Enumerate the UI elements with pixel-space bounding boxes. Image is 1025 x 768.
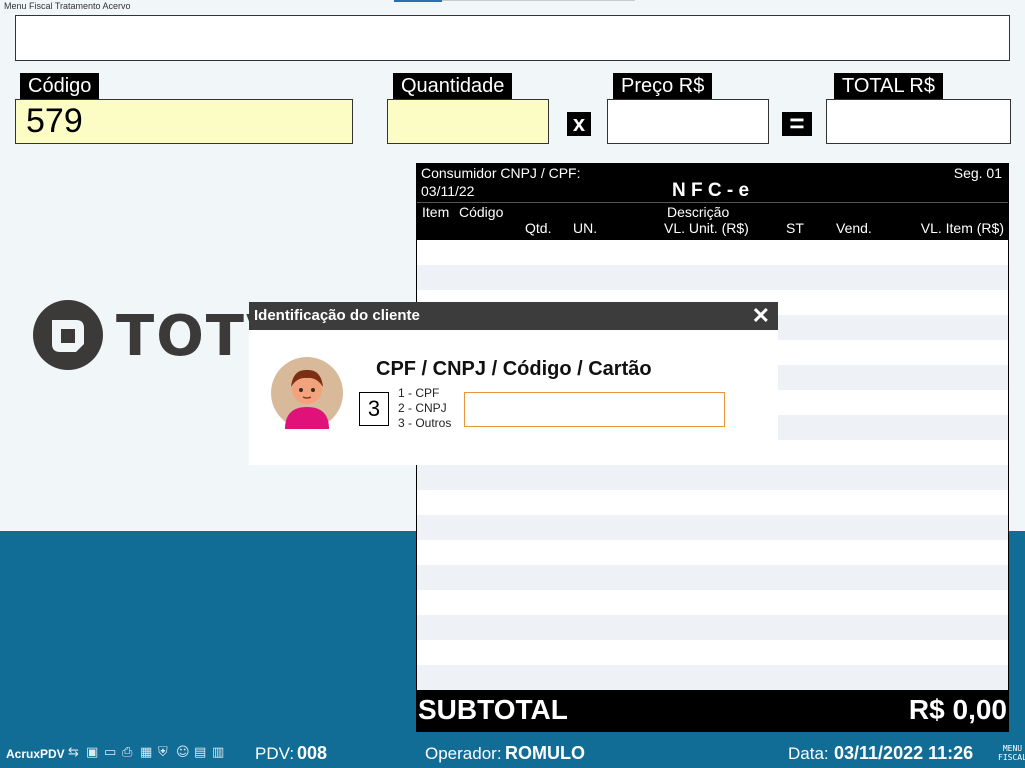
table-row	[417, 640, 1008, 665]
table-row	[417, 265, 1008, 290]
avatar	[271, 357, 343, 429]
table-row	[417, 465, 1008, 490]
top-accent-bar	[394, 0, 442, 2]
total-label: TOTAL R$	[834, 73, 943, 99]
client-identification-dialog: Identificação do cliente ✕ CPF / CNPJ / …	[249, 302, 778, 465]
col-descricao: Descrição	[667, 204, 730, 220]
col-vl-item: VL. Item (R$)	[920, 220, 1004, 236]
consumidor-label: Consumidor CNPJ / CPF:	[421, 165, 581, 181]
table-row	[417, 490, 1008, 515]
totvs-logo-icon	[33, 300, 103, 370]
table-row	[417, 565, 1008, 590]
totvs-logo: TOTVS	[32, 298, 272, 372]
top-accent-line	[442, 0, 635, 1]
document-input[interactable]	[464, 392, 725, 427]
codigo-input[interactable]: 579	[15, 99, 353, 144]
top-menu-text: Menu Fiscal Tratamento Acervo	[4, 1, 131, 11]
usb-icon[interactable]: ⇆	[68, 745, 79, 760]
col-st: ST	[786, 220, 804, 236]
subtotal-label: SUBTOTAL	[418, 694, 568, 725]
times-icon: x	[567, 112, 591, 136]
table-row	[417, 540, 1008, 565]
subtotal-value: R$ 0,00	[908, 694, 1007, 725]
equals-icon: =	[782, 110, 812, 136]
option-list: 1 - CPF 2 - CNPJ 3 - Outros	[398, 386, 451, 431]
monitor-icon[interactable]: ▭	[104, 745, 116, 760]
app-name: AcruxPDV	[6, 747, 65, 761]
menu-fiscal-line-1: MENU	[1002, 744, 1023, 753]
col-codigo: Código	[459, 204, 504, 220]
keyboard-icon[interactable]: ▦	[140, 745, 152, 760]
menu-fiscal-button[interactable]: MENU FISCAL	[998, 744, 1025, 762]
product-description-field[interactable]	[15, 15, 1010, 61]
data-value: 03/11/2022 11:26	[834, 743, 974, 763]
grid-icon[interactable]: ▥	[212, 745, 224, 760]
col-un: UN.	[573, 220, 598, 236]
close-icon[interactable]: ✕	[752, 304, 770, 328]
table-row	[417, 515, 1008, 540]
col-qtd: Qtd.	[525, 220, 552, 236]
preco-input[interactable]	[607, 99, 769, 144]
operador-label: Operador:	[425, 744, 502, 763]
database-icon[interactable]: ▤	[194, 745, 206, 760]
nfce-header: Consumidor CNPJ / CPF: Seg. 01 03/11/22 …	[417, 163, 1008, 240]
table-row	[417, 240, 1008, 265]
option-outros: 3 - Outros	[398, 416, 452, 430]
col-item: Item	[422, 204, 450, 220]
col-vend: Vend.	[836, 220, 872, 236]
quantidade-label: Quantidade	[393, 73, 513, 99]
codigo-label: Código	[20, 73, 100, 99]
option-cnpj: 2 - CNPJ	[398, 401, 447, 415]
preco-label: Preço R$	[613, 73, 713, 99]
option-selector[interactable]: 3	[359, 392, 389, 426]
seg-label: Seg. 01	[953, 165, 1002, 181]
dialog-title-bar: Identificação do cliente ✕	[249, 302, 778, 330]
quantidade-input[interactable]	[387, 99, 549, 144]
option-cpf: 1 - CPF	[398, 386, 440, 400]
header-divider	[417, 202, 1008, 203]
menu-fiscal-line-2: FISCAL	[998, 753, 1025, 762]
total-input[interactable]	[826, 99, 1011, 144]
subtotal-bar: SUBTOTAL R$ 0,00	[416, 690, 1009, 732]
status-bar: AcruxPDV ⇆ ▣ ▭ ⎙ ▦ ⛨ ☺ ▤ ▥ PDV: 008 Operador: RO…	[0, 738, 1025, 768]
data-label: Data:	[788, 744, 829, 763]
table-row	[417, 665, 1008, 690]
col-vl-unit: VL. Unit. (R$)	[664, 220, 749, 236]
nfce-title: N F C - e	[672, 180, 750, 201]
network-icon[interactable]: ▣	[86, 745, 98, 760]
table-row	[417, 590, 1008, 615]
pdv-value: 008	[297, 743, 328, 763]
pdv-label: PDV:	[255, 744, 295, 763]
user-icon[interactable]: ☺	[176, 745, 190, 760]
dialog-heading: CPF / CNPJ / Código / Cartão	[376, 358, 652, 380]
operador-value: ROMULO	[505, 743, 585, 763]
nfce-date: 03/11/22	[421, 183, 475, 199]
shield-icon[interactable]: ⛨	[158, 745, 168, 760]
printer-icon[interactable]: ⎙	[122, 745, 132, 760]
table-row	[417, 615, 1008, 640]
dialog-title: Identificação do cliente	[254, 307, 420, 324]
